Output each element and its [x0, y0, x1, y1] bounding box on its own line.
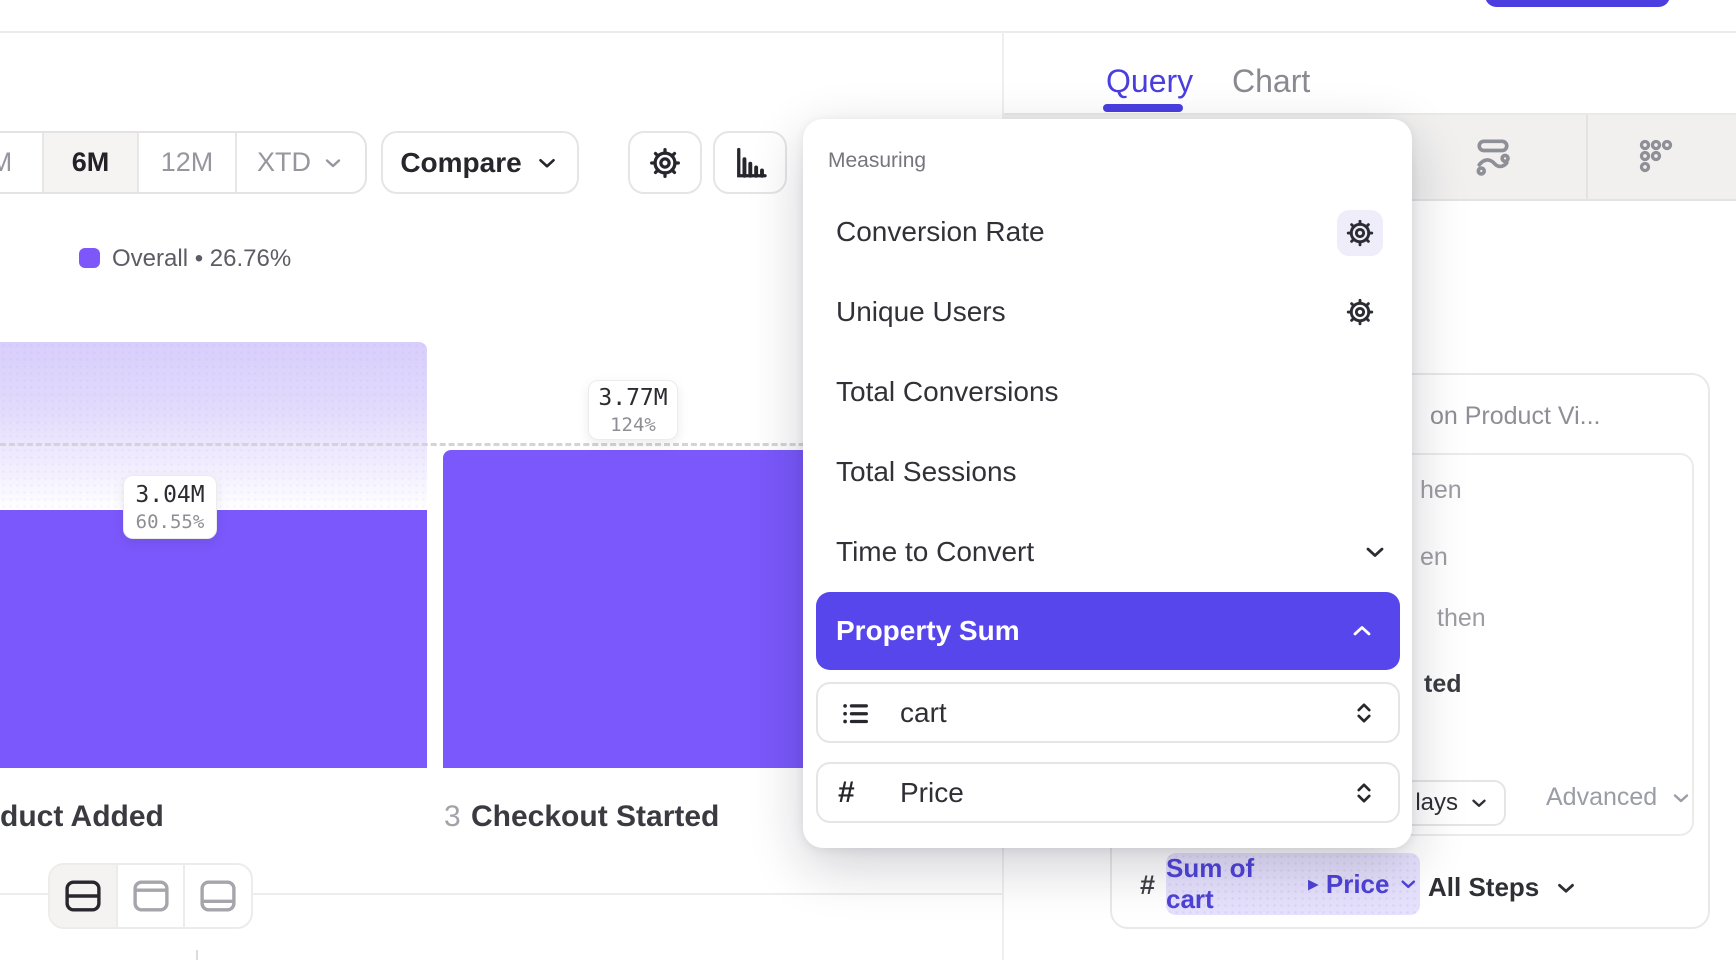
menu-item-label: Time to Convert — [836, 536, 1034, 568]
date-range-segmented-control: M 6M 12M XTD — [0, 131, 367, 194]
sum-of-cart-price-chip[interactable]: Sum of cart ▸ Price — [1166, 853, 1420, 915]
conversion-rate-settings-button[interactable] — [1337, 210, 1383, 256]
bar-2-value: 3.04M — [135, 481, 204, 510]
step-3-number: 3 — [444, 800, 461, 834]
range-12m-button[interactable]: 12M — [139, 133, 237, 192]
next-section-tick — [196, 950, 198, 960]
chip-property-label: Price — [1326, 869, 1390, 900]
popup-title: Measuring — [828, 149, 926, 173]
window-label-fragment: lays — [1415, 789, 1458, 817]
conversion-window-button[interactable]: lays — [1402, 780, 1506, 826]
topbar-divider — [0, 31, 1736, 33]
menu-item-label: Total Conversions — [836, 376, 1059, 408]
menu-item-time-to-convert[interactable]: Time to Convert — [803, 524, 1323, 580]
step-text-fragment-4: ted — [1424, 670, 1462, 699]
all-steps-dropdown[interactable]: All Steps — [1428, 872, 1579, 903]
chevron-down-icon — [1468, 792, 1490, 814]
measurement-hash-icon: # — [1140, 870, 1155, 901]
menu-item-total-sessions[interactable]: Total Sessions — [803, 444, 1323, 500]
step-2-label: duct Added — [0, 800, 164, 834]
compare-button[interactable]: Compare — [381, 131, 579, 194]
gear-icon — [1345, 297, 1375, 327]
toolbar-strip-divider — [1586, 115, 1588, 199]
legend-label: Overall • 26.76% — [112, 245, 291, 273]
split-top-icon — [133, 880, 169, 912]
step-text-fragment-3: then — [1437, 604, 1486, 633]
split-middle-icon — [65, 880, 101, 912]
range-m-button[interactable]: M — [0, 133, 44, 192]
range-m-label: M — [0, 147, 12, 178]
range-6m-button[interactable]: 6M — [44, 133, 139, 192]
property-select[interactable]: # Price — [816, 762, 1400, 823]
range-12m-label: 12M — [161, 147, 214, 178]
app-screenshot: M 6M 12M XTD Compare Overall • 26.76% 3.… — [0, 0, 1736, 960]
layout-split-horizontal-button[interactable] — [50, 865, 118, 927]
number-property-icon: # — [838, 776, 900, 810]
range-6m-label: 6M — [72, 147, 110, 178]
property-group-select[interactable]: cart — [816, 682, 1400, 743]
tab-query[interactable]: Query — [1106, 63, 1193, 100]
gear-icon — [648, 146, 682, 180]
bar-2-conversion: 60.55% — [136, 510, 205, 534]
menu-item-total-conversions[interactable]: Total Conversions — [803, 364, 1323, 420]
step-text-fragment-1: hen — [1420, 476, 1462, 505]
compare-label: Compare — [400, 147, 521, 179]
funnel-bar-2[interactable] — [0, 510, 427, 768]
measuring-popup: Measuring Conversion Rate Unique Users T… — [803, 119, 1412, 848]
split-bottom-icon — [200, 880, 236, 912]
bar-3-value: 3.77M — [598, 384, 667, 413]
more-apps-button[interactable] — [1636, 136, 1676, 176]
legend-swatch — [79, 248, 100, 268]
chevron-down-icon — [1397, 872, 1420, 896]
active-tab-underline — [1103, 104, 1183, 112]
list-icon — [838, 696, 872, 730]
advanced-dropdown[interactable]: Advanced — [1546, 783, 1693, 812]
unique-users-settings-button[interactable] — [1337, 289, 1383, 335]
chip-arrow: ▸ — [1308, 873, 1318, 896]
tab-chart[interactable]: Chart — [1232, 63, 1310, 100]
bar-chart-icon — [732, 145, 768, 181]
menu-item-conversion-rate[interactable]: Conversion Rate — [803, 204, 1323, 260]
select-updown-icon — [1350, 699, 1378, 727]
range-xtd-label: XTD — [257, 147, 311, 178]
range-xtd-button[interactable]: XTD — [237, 133, 365, 192]
select-updown-icon — [1350, 779, 1378, 807]
chevron-down-icon — [1553, 875, 1579, 901]
layout-bottom-bar-button[interactable] — [185, 865, 251, 927]
step-text-fragment-2: en — [1420, 543, 1448, 572]
chevron-down-icon — [534, 150, 560, 176]
query-card-title-fragment: on Product Vi... — [1430, 402, 1600, 431]
menu-item-label: Conversion Rate — [836, 216, 1045, 248]
funnel-bar-3-value-badge: 3.77M 124% — [588, 380, 678, 440]
step-3-label: Checkout Started — [471, 800, 719, 834]
flows-icon — [1471, 134, 1515, 178]
menu-item-label: Total Sessions — [836, 456, 1017, 488]
chevron-down-icon — [1361, 538, 1389, 566]
menu-item-unique-users[interactable]: Unique Users — [803, 284, 1323, 340]
dots-grid-icon — [1636, 136, 1676, 176]
chart-type-button[interactable] — [713, 131, 787, 194]
property-value: Price — [900, 777, 1350, 809]
flows-button[interactable] — [1471, 134, 1515, 178]
chevron-down-icon — [321, 151, 345, 175]
layout-top-bar-button[interactable] — [118, 865, 186, 927]
property-sum-label: Property Sum — [836, 615, 1348, 647]
all-steps-label: All Steps — [1428, 872, 1539, 903]
bar-3-conversion: 124% — [610, 413, 656, 437]
primary-button[interactable] — [1485, 0, 1670, 7]
layout-toggle-group — [48, 863, 253, 929]
property-group-value: cart — [900, 697, 1350, 729]
chip-main-label: Sum of cart — [1166, 853, 1300, 915]
gear-icon — [1345, 218, 1375, 248]
menu-item-label: Unique Users — [836, 296, 1006, 328]
chart-settings-button[interactable] — [628, 131, 702, 194]
menu-item-property-sum-selected[interactable]: Property Sum — [816, 592, 1400, 670]
advanced-label: Advanced — [1546, 783, 1657, 812]
time-to-convert-expand[interactable] — [1361, 538, 1389, 566]
funnel-bar-2-value-badge: 3.04M 60.55% — [123, 475, 217, 539]
list-icon — [838, 696, 900, 730]
chevron-up-icon — [1348, 617, 1376, 645]
chevron-down-icon — [1669, 786, 1693, 810]
